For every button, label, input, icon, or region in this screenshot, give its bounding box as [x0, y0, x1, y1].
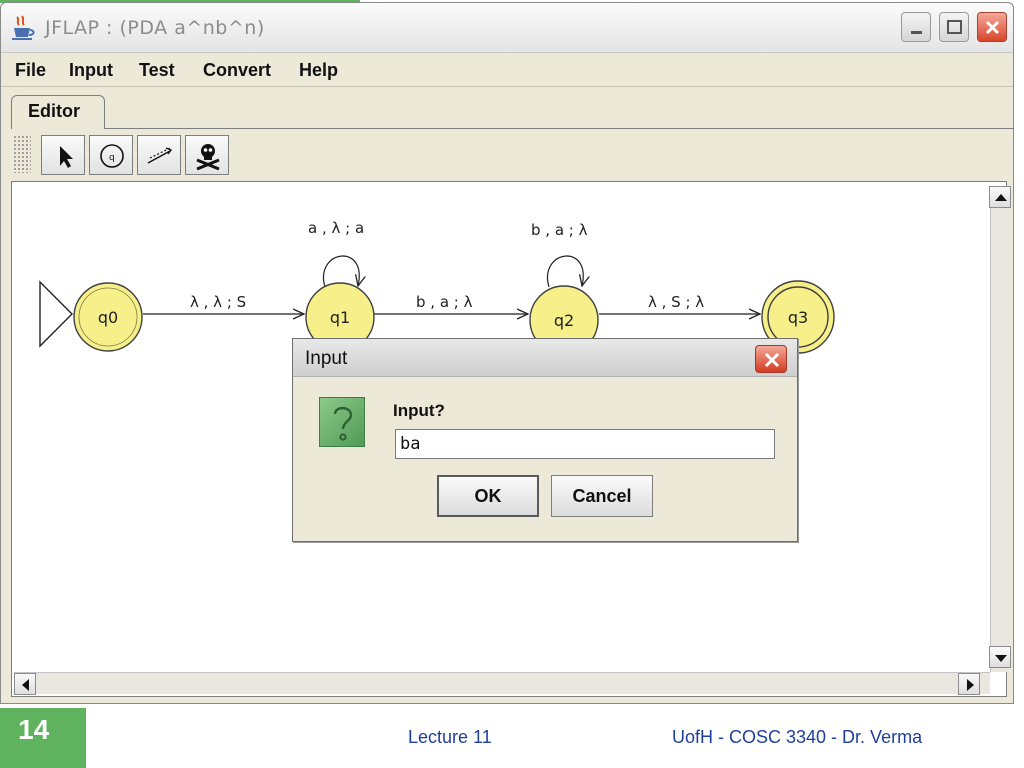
transition-q1-q2[interactable]: b , a ; λ	[373, 293, 528, 314]
menu-file[interactable]: File	[15, 60, 46, 81]
footer-course: UofH - COSC 3340 - Dr. Verma	[672, 727, 923, 747]
menu-test[interactable]: Test	[139, 60, 175, 81]
tab-editor[interactable]: Editor	[11, 95, 105, 129]
toolbar-grip[interactable]	[13, 135, 31, 173]
arrow-up-icon	[995, 194, 1007, 201]
horizontal-scrollbar[interactable]	[14, 672, 990, 695]
arrow-down-icon	[995, 655, 1007, 662]
slide-number: 14	[18, 714, 50, 745]
deleter-tool[interactable]	[185, 135, 229, 175]
attribute-editor-tool[interactable]	[41, 135, 85, 175]
transition-q0-q1[interactable]: λ , λ ; S	[143, 293, 304, 314]
maximize-icon	[947, 20, 962, 34]
transition-q1-q1[interactable]: a , λ ; a	[308, 219, 364, 287]
input-dialog: Input Input? OK Cancel	[292, 338, 798, 542]
scroll-up-button[interactable]	[989, 186, 1011, 208]
java-cup-icon	[12, 15, 35, 40]
ok-button[interactable]: OK	[437, 475, 539, 517]
menu-help[interactable]: Help	[299, 60, 338, 81]
close-button[interactable]	[977, 12, 1007, 42]
window-titlebar[interactable]: JFLAP : (PDA a^nb^n)	[1, 3, 1013, 53]
state-q0[interactable]: q0	[73, 282, 143, 352]
transition-q2-q3[interactable]: λ , S ; λ	[599, 293, 760, 314]
close-icon	[764, 352, 780, 368]
tab-strip: Editor	[1, 87, 1013, 129]
state-label: q2	[554, 311, 574, 330]
state-label: q0	[98, 308, 118, 327]
window-title: JFLAP : (PDA a^nb^n)	[45, 17, 265, 39]
transition-label: a , λ ; a	[308, 219, 364, 237]
initial-state-marker	[39, 280, 73, 348]
transition-label: b , a ; λ	[531, 221, 588, 239]
scroll-right-button[interactable]	[958, 673, 980, 695]
arrow-pointer-icon	[60, 146, 73, 168]
skull-crossbones-icon	[196, 144, 220, 171]
maximize-button[interactable]	[939, 12, 969, 42]
question-mark-icon	[319, 397, 365, 447]
transition-label: λ , λ ; S	[190, 293, 246, 311]
minimize-button[interactable]	[901, 12, 931, 42]
transition-creator-tool[interactable]	[137, 135, 181, 175]
state-creator-tool[interactable]: q	[89, 135, 133, 175]
dialog-prompt: Input?	[393, 401, 445, 420]
dialog-close-button[interactable]	[755, 345, 787, 373]
minimize-icon	[911, 31, 922, 34]
state-label: q3	[788, 308, 808, 327]
dialog-title: Input	[305, 348, 348, 369]
transition-label: λ , S ; λ	[648, 293, 704, 311]
close-icon	[985, 20, 1000, 35]
scroll-down-button[interactable]	[989, 646, 1011, 668]
state-creator-icon: q	[100, 144, 124, 168]
scroll-left-button[interactable]	[14, 673, 36, 695]
svg-text:q: q	[109, 153, 115, 163]
state-label: q1	[330, 308, 350, 327]
transition-q2-q2[interactable]: b , a ; λ	[531, 221, 588, 287]
menu-bar: File Input Test Convert Help	[1, 53, 1013, 87]
arrow-left-icon	[22, 679, 29, 691]
vertical-scrollbar[interactable]	[989, 186, 1011, 672]
arrow-right-icon	[967, 679, 974, 691]
cancel-button[interactable]: Cancel	[551, 475, 653, 517]
transition-label: b , a ; λ	[416, 293, 473, 311]
menu-input[interactable]: Input	[69, 60, 113, 81]
transition-arrow-icon	[147, 147, 173, 164]
editor-toolbar: q	[1, 129, 1013, 181]
dialog-titlebar[interactable]: Input	[293, 339, 797, 377]
input-string-field[interactable]	[395, 429, 775, 459]
footer-lecture: Lecture 11	[408, 727, 492, 747]
menu-convert[interactable]: Convert	[203, 60, 271, 81]
